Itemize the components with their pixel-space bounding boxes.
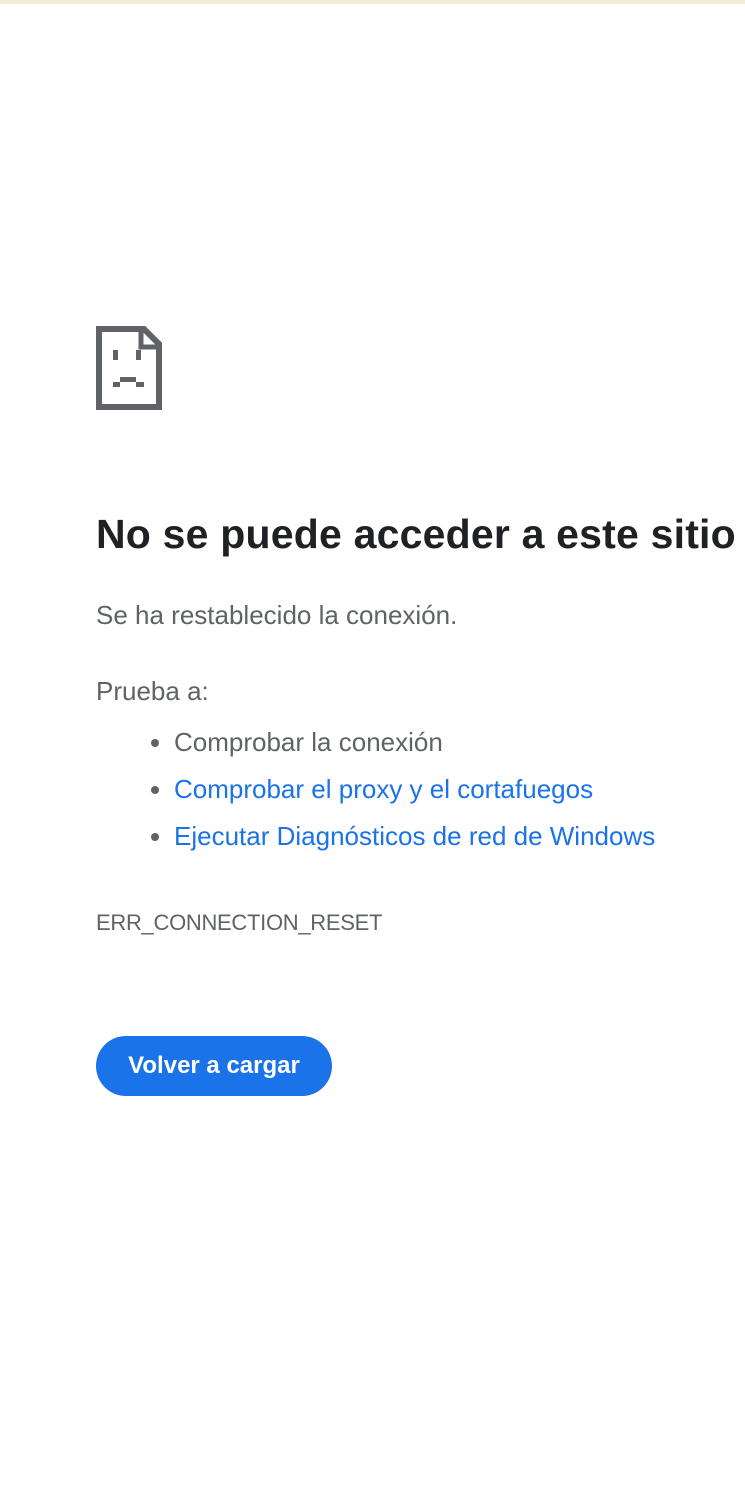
suggestion-run-network-diagnostics: Ejecutar Diagnósticos de red de Windows — [174, 813, 745, 860]
suggestion-check-proxy-firewall: Comprobar el proxy y el cortafuegos — [174, 766, 745, 813]
error-code: ERR_CONNECTION_RESET — [96, 909, 383, 935]
suggestion-check-connection: Comprobar la conexión — [174, 719, 745, 766]
error-content: No se puede acceder a este sitio Se ha r… — [96, 326, 745, 936]
sad-page-icon — [96, 326, 162, 410]
top-border — [0, 0, 745, 4]
suggestions-list: Comprobar la conexión Comprobar el proxy… — [96, 719, 745, 860]
error-summary: Se ha restablecido la conexión. — [96, 600, 458, 631]
check-proxy-firewall-link[interactable]: Comprobar el proxy y el cortafuegos — [174, 774, 593, 804]
reload-button[interactable]: Volver a cargar — [96, 1036, 332, 1096]
suggestion-text: Comprobar la conexión — [174, 726, 443, 757]
error-heading: No se puede acceder a este sitio — [96, 511, 736, 557]
suggestions-label: Prueba a: — [96, 675, 209, 706]
run-network-diagnostics-link[interactable]: Ejecutar Diagnósticos de red de Windows — [174, 821, 655, 851]
